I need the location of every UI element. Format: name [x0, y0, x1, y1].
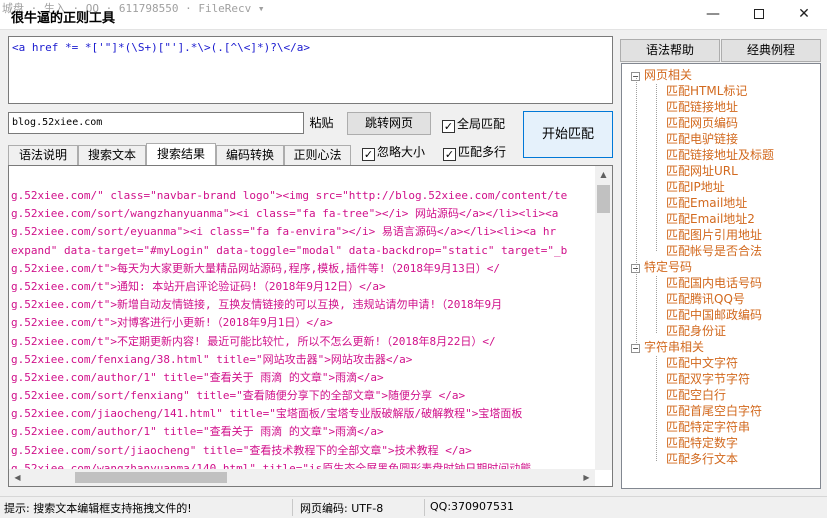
result-line: expand" data-target="#myLogin" data-togg…	[11, 243, 568, 257]
multiline-checkbox[interactable]: ✓ 匹配多行	[443, 143, 506, 161]
result-line: g.52xiee.com/sort/fenxiang" title="查看随便分…	[11, 389, 466, 403]
collapse-icon[interactable]: −	[631, 72, 640, 81]
tree-item[interactable]: 匹配网址URL	[666, 163, 738, 179]
result-line: g.52xiee.com/t">不定期更新内容! 最近可能比较忙, 所以不怎么更…	[11, 334, 496, 348]
result-line: g.52xiee.com/t">对博客进行小更新!（2018年9月1日）</a>	[11, 316, 333, 330]
paste-button[interactable]: 粘贴	[305, 111, 338, 135]
checkbox-check-icon: ✓	[443, 148, 456, 161]
tree-connector	[656, 356, 657, 461]
tab-regex-tips[interactable]: 正则心法	[284, 145, 351, 165]
vertical-scroll-thumb[interactable]	[597, 185, 610, 213]
tree-connector	[656, 84, 657, 251]
result-line: g.52xiee.com/t">新增自动友情链接, 互换友情链接的可以互换, 违…	[11, 298, 503, 312]
status-divider	[424, 499, 425, 516]
maximize-icon	[754, 9, 764, 19]
tree-item[interactable]: 匹配IP地址	[666, 179, 725, 195]
tab-encoding[interactable]: 编码转换	[216, 145, 284, 165]
checkbox-check-icon: ✓	[362, 148, 375, 161]
tree-group-strings[interactable]: − 字符串相关	[631, 339, 704, 355]
search-results-panel[interactable]: g.52xiee.com/" class="navbar-brand logo"…	[8, 165, 613, 487]
tree-item[interactable]: 匹配HTML标记	[666, 83, 747, 99]
minimize-button[interactable]: —	[690, 0, 736, 30]
tree-item[interactable]: 匹配图片引用地址	[666, 227, 762, 243]
ignore-case-checkbox[interactable]: ✓ 忽略大小	[362, 143, 425, 161]
horizontal-scrollbar[interactable]: ◀ ▶	[9, 469, 595, 486]
results-list: g.52xiee.com/" class="navbar-brand logo"…	[11, 187, 594, 479]
result-line: g.52xiee.com/jiaocheng/141.html" title="…	[11, 407, 523, 421]
result-line: g.52xiee.com/fenxiang/38.html" title="网站…	[11, 352, 413, 366]
maximize-button[interactable]	[736, 0, 782, 30]
tree-item[interactable]: 匹配多行文本	[666, 451, 738, 467]
collapse-icon[interactable]: −	[631, 264, 640, 273]
status-bar: 提示: 搜索文本编辑框支持拖拽文件的! 网页编码: UTF-8 QQ:37090…	[0, 496, 827, 518]
minimize-icon: —	[706, 6, 720, 22]
syntax-help-button[interactable]: 语法帮助	[620, 39, 720, 62]
result-line: g.52xiee.com/sort/jiaocheng" title="查看技术…	[11, 443, 472, 457]
tree-item[interactable]: 匹配链接地址及标题	[666, 147, 774, 163]
close-icon: ✕	[798, 6, 810, 22]
tree-item[interactable]: 匹配链接地址	[666, 99, 738, 115]
result-line: g.52xiee.com/sort/wangzhanyuanma"><i cla…	[11, 207, 559, 221]
tree-connector	[636, 78, 637, 345]
status-divider	[292, 499, 293, 516]
result-line: g.52xiee.com/author/1" title="查看关于 雨滴 的文…	[11, 425, 384, 439]
window-title: 很牛逼的正则工具	[11, 11, 116, 26]
result-line: g.52xiee.com/author/1" title="查看关于 雨滴 的文…	[11, 370, 384, 384]
url-input[interactable]: blog.52xiee.com	[8, 112, 304, 134]
tree-item[interactable]: 匹配特定字符串	[666, 419, 750, 435]
tree-item[interactable]: 匹配中文字符	[666, 355, 738, 371]
result-line: g.52xiee.com/t">通知: 本站开启评论验证码!（2018年9月12…	[11, 279, 386, 293]
status-hint: 提示: 搜索文本编辑框支持拖拽文件的!	[4, 502, 192, 515]
global-match-label: 全局匹配	[457, 117, 506, 131]
title-bar: 城盘 · 生入 · QQ · 611798550 · FileRecv ▾ 很牛…	[0, 0, 827, 30]
tree-item[interactable]: 匹配双字节字符	[666, 371, 750, 387]
regex-input[interactable]: <a href *= *['"]*(\S+)["'].*\>(.[^\<]*)?…	[8, 36, 613, 104]
tree-item[interactable]: 匹配电驴链接	[666, 131, 738, 147]
tree-item[interactable]: 匹配身份证	[666, 323, 726, 339]
tree-group-label: 特定号码	[644, 260, 693, 274]
result-line: g.52xiee.com/" class="navbar-brand logo"…	[11, 189, 568, 202]
tab-syntax[interactable]: 语法说明	[8, 145, 78, 165]
start-match-button[interactable]: 开始匹配	[523, 111, 613, 158]
tree-group-web[interactable]: − 网页相关	[631, 67, 692, 83]
jump-webpage-button[interactable]: 跳转网页	[347, 112, 431, 135]
tree-item[interactable]: 匹配网页编码	[666, 115, 738, 131]
tree-group-label: 网页相关	[644, 68, 693, 82]
tree-group-numbers[interactable]: − 特定号码	[631, 259, 692, 275]
horizontal-scroll-thumb[interactable]	[75, 472, 227, 483]
result-line: g.52xiee.com/sort/eyuanma"><i class="fa …	[11, 225, 557, 239]
tree-group-label: 字符串相关	[644, 340, 705, 354]
tree-item[interactable]: 匹配国内电话号码	[666, 275, 762, 291]
tree-item[interactable]: 匹配Email地址	[666, 195, 747, 211]
scroll-up-icon[interactable]: ▲	[595, 166, 612, 183]
tab-search-text[interactable]: 搜索文本	[78, 145, 146, 165]
tree-item[interactable]: 匹配空白行	[666, 387, 726, 403]
tree-item[interactable]: 匹配中国邮政编码	[666, 307, 762, 323]
checkbox-check-icon: ✓	[442, 120, 455, 133]
tree-connector	[656, 276, 657, 333]
scroll-right-icon[interactable]: ▶	[578, 469, 595, 486]
tab-search-results[interactable]: 搜索结果	[146, 143, 216, 166]
multiline-label: 匹配多行	[458, 145, 507, 159]
tree-item[interactable]: 匹配特定数字	[666, 435, 738, 451]
status-qq: QQ:370907531	[430, 500, 515, 513]
scroll-left-icon[interactable]: ◀	[9, 469, 26, 486]
tree-item[interactable]: 匹配首尾空白字符	[666, 403, 762, 419]
vertical-scrollbar[interactable]: ▲	[595, 166, 612, 470]
global-match-checkbox[interactable]: ✓ 全局匹配	[442, 115, 505, 133]
tree-item[interactable]: 匹配腾讯QQ号	[666, 291, 745, 307]
ignore-case-label: 忽略大小	[377, 145, 426, 159]
result-line: g.52xiee.com/t">每天为大家更新大量精品网站源码,程序,模板,插件…	[11, 261, 501, 275]
tree-item[interactable]: 匹配Email地址2	[666, 211, 755, 227]
status-encoding: 网页编码: UTF-8	[300, 502, 384, 515]
examples-tree: − 网页相关 匹配HTML标记 匹配链接地址 匹配网页编码 匹配电驴链接 匹配链接…	[621, 63, 821, 489]
classic-examples-button[interactable]: 经典例程	[721, 39, 821, 62]
tree-item[interactable]: 匹配帐号是否合法	[666, 243, 762, 259]
close-button[interactable]: ✕	[781, 0, 827, 30]
collapse-icon[interactable]: −	[631, 344, 640, 353]
